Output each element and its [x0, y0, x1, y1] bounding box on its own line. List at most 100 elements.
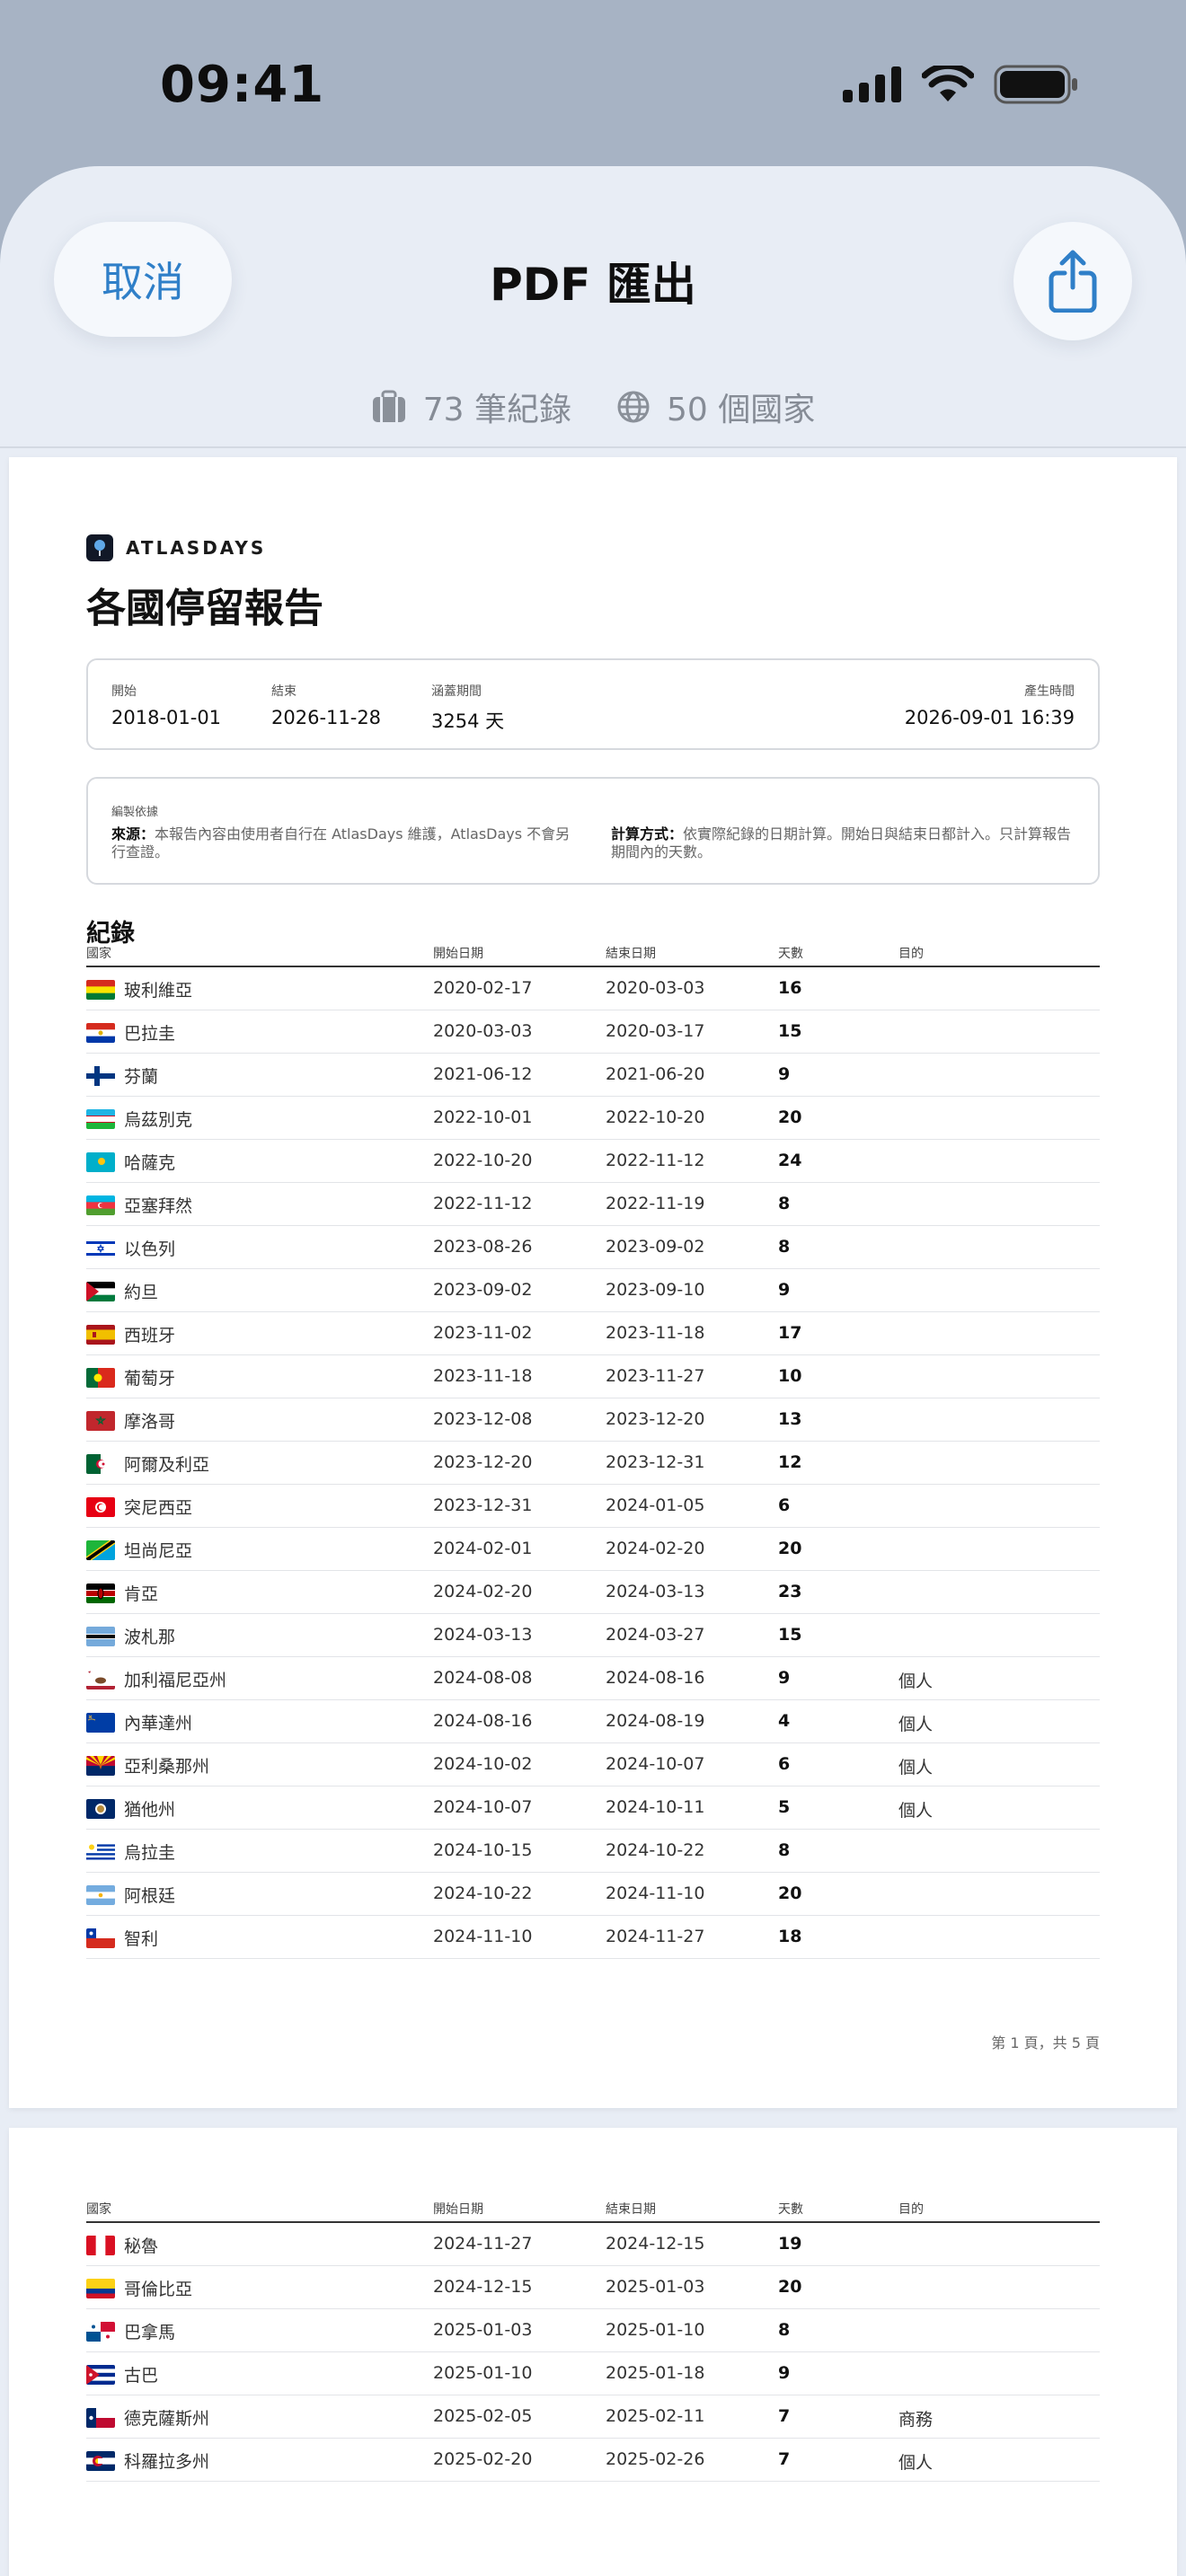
- meta-start-label: 開始: [111, 684, 137, 699]
- country-name: 加利福尼亞州: [124, 1671, 227, 1690]
- meta-period: 涵蓋期間 3254 天: [431, 682, 504, 734]
- start-date-cell: 2023-12-20: [433, 1452, 533, 1472]
- start-date-cell: 2025-02-20: [433, 2449, 533, 2469]
- start-date-cell: 2024-02-20: [433, 1582, 533, 1601]
- table-row: 烏拉圭 2024-10-15 2024-10-22 8: [86, 1830, 1100, 1873]
- country-cell: 亞利桑那州: [86, 1753, 209, 1778]
- end-date-cell: 2020-03-17: [606, 1021, 705, 1041]
- country-name: 芬蘭: [124, 1067, 159, 1087]
- country-name: 葡萄牙: [124, 1369, 176, 1389]
- days-cell: 8: [778, 1840, 791, 1860]
- country-name: 秘魯: [124, 2236, 159, 2256]
- country-cell: 德克薩斯州: [86, 2405, 209, 2430]
- share-icon: [1049, 250, 1097, 313]
- portugal-flag-icon: [86, 1367, 115, 1388]
- country-name: 以色列: [124, 1239, 176, 1259]
- country-cell: 芬蘭: [86, 1063, 158, 1088]
- report-basis: 編製依據 來源：本報告內容由使用者自行在 AtlasDays 維護，AtlasD…: [86, 777, 1100, 885]
- country-name: 科羅拉多州: [124, 2452, 210, 2472]
- days-cell: 23: [778, 1582, 802, 1601]
- country-name: 阿爾及利亞: [124, 1455, 210, 1475]
- end-date-cell: 2025-02-11: [606, 2406, 705, 2426]
- start-date-cell: 2020-02-17: [433, 978, 533, 998]
- table-row: 波札那 2024-03-13 2024-03-27 15: [86, 1614, 1100, 1657]
- end-date-cell: 2025-02-26: [606, 2449, 705, 2469]
- table-row: 秘魯 2024-11-27 2024-12-15 19: [86, 2223, 1100, 2266]
- basis-method: 計算方式：依實際紀錄的日期計算。開始日與結束日都計入。只計算報告期間內的天數。: [611, 825, 1078, 861]
- country-cell: 約旦: [86, 1279, 158, 1303]
- days-cell: 9: [778, 1064, 791, 1084]
- country-name: 阿根廷: [124, 1886, 176, 1906]
- days-cell: 9: [778, 2363, 791, 2383]
- end-date-cell: 2025-01-10: [606, 2320, 705, 2340]
- table-row: 阿爾及利亞 2023-12-20 2023-12-31 12: [86, 1442, 1100, 1485]
- country-name: 摩洛哥: [124, 1412, 176, 1432]
- days-cell: 10: [778, 1366, 802, 1386]
- country-name: 約旦: [124, 1283, 159, 1302]
- start-date-cell: 2023-12-08: [433, 1409, 533, 1429]
- country-cell: 摩洛哥: [86, 1408, 175, 1433]
- table-row: 約旦 2023-09-02 2023-09-10 9: [86, 1269, 1100, 1312]
- records-table-header: 國家 開始日期 結束日期 天數 目的: [86, 942, 1100, 967]
- start-date-cell: 2021-06-12: [433, 1064, 533, 1084]
- country-cell: 科羅拉多州: [86, 2448, 209, 2473]
- col-end: 結束日期: [606, 2202, 656, 2217]
- col-days: 天數: [778, 2202, 803, 2217]
- meta-generated: 產生時間 2026-09-01 16:39: [905, 682, 1075, 728]
- basis-source-text: 本報告內容由使用者自行在 AtlasDays 維護，AtlasDays 不會另行…: [111, 825, 571, 860]
- country-cell: 烏拉圭: [86, 1839, 175, 1864]
- texas-flag-icon: [86, 2407, 115, 2428]
- start-date-cell: 2024-03-13: [433, 1625, 533, 1645]
- table-row: 亞利桑那州 2024-10-02 2024-10-07 6 個人: [86, 1743, 1100, 1786]
- country-name: 肯亞: [124, 1584, 159, 1604]
- start-date-cell: 2024-10-22: [433, 1883, 533, 1903]
- end-date-cell: 2024-11-27: [606, 1927, 705, 1946]
- end-date-cell: 2024-10-07: [606, 1754, 705, 1774]
- meta-start-value: 2018-01-01: [111, 707, 222, 728]
- country-name: 哥倫比亞: [124, 2280, 193, 2299]
- country-cell: 葡萄牙: [86, 1365, 175, 1389]
- end-date-cell: 2023-09-02: [606, 1237, 705, 1257]
- country-cell: 以色列: [86, 1236, 175, 1260]
- country-name: 巴拉圭: [124, 1024, 176, 1044]
- table-row: 阿根廷 2024-10-22 2024-11-10 20: [86, 1873, 1100, 1916]
- table-row: 坦尚尼亞 2024-02-01 2024-02-20 20: [86, 1528, 1100, 1571]
- end-date-cell: 2020-03-03: [606, 978, 705, 998]
- country-cell: 玻利維亞: [86, 977, 192, 1001]
- country-cell: 阿爾及利亞: [86, 1451, 209, 1476]
- days-cell: 9: [778, 1668, 791, 1688]
- country-cell: 坦尚尼亞: [86, 1538, 192, 1562]
- sheet-title: PDF 匯出: [490, 259, 696, 311]
- report-title: 各國停留報告: [86, 586, 323, 631]
- country-name: 突尼西亞: [124, 1498, 193, 1518]
- end-date-cell: 2024-11-10: [606, 1883, 705, 1903]
- divider: [0, 446, 1186, 448]
- share-button[interactable]: [1013, 222, 1132, 340]
- table-row: 烏茲別克 2022-10-01 2022-10-20 20: [86, 1097, 1100, 1140]
- table-row: 以色列 2023-08-26 2023-09-02 8: [86, 1226, 1100, 1269]
- days-cell: 6: [778, 1495, 791, 1515]
- end-date-cell: 2022-11-19: [606, 1194, 705, 1213]
- table-row: 芬蘭 2021-06-12 2021-06-20 9: [86, 1054, 1100, 1097]
- country-cell: 加利福尼亞州: [86, 1667, 226, 1691]
- table-row: 哈薩克 2022-10-20 2022-11-12 24: [86, 1140, 1100, 1183]
- start-date-cell: 2023-11-02: [433, 1323, 533, 1343]
- start-date-cell: 2022-11-12: [433, 1194, 533, 1213]
- finland-flag-icon: [86, 1065, 115, 1086]
- country-name: 德克薩斯州: [124, 2409, 210, 2429]
- start-date-cell: 2024-11-10: [433, 1927, 533, 1946]
- country-cell: 波札那: [86, 1624, 175, 1648]
- country-name: 玻利維亞: [124, 981, 193, 1001]
- table-row: 智利 2024-11-10 2024-11-27 18: [86, 1916, 1100, 1959]
- purpose-cell: 個人: [898, 1801, 934, 1821]
- country-name: 猶他州: [124, 1800, 176, 1820]
- algeria-flag-icon: [86, 1453, 115, 1474]
- meta-start: 開始 2018-01-01: [111, 682, 221, 728]
- country-cell: 巴拿馬: [86, 2319, 175, 2343]
- country-name: 波札那: [124, 1628, 176, 1647]
- meta-generated-value: 2026-09-01 16:39: [904, 707, 1075, 728]
- table-row: 葡萄牙 2023-11-18 2023-11-27 10: [86, 1355, 1100, 1398]
- table-row: 猶他州 2024-10-07 2024-10-11 5 個人: [86, 1786, 1100, 1830]
- country-cell: 智利: [86, 1926, 158, 1950]
- panama-flag-icon: [86, 2321, 115, 2342]
